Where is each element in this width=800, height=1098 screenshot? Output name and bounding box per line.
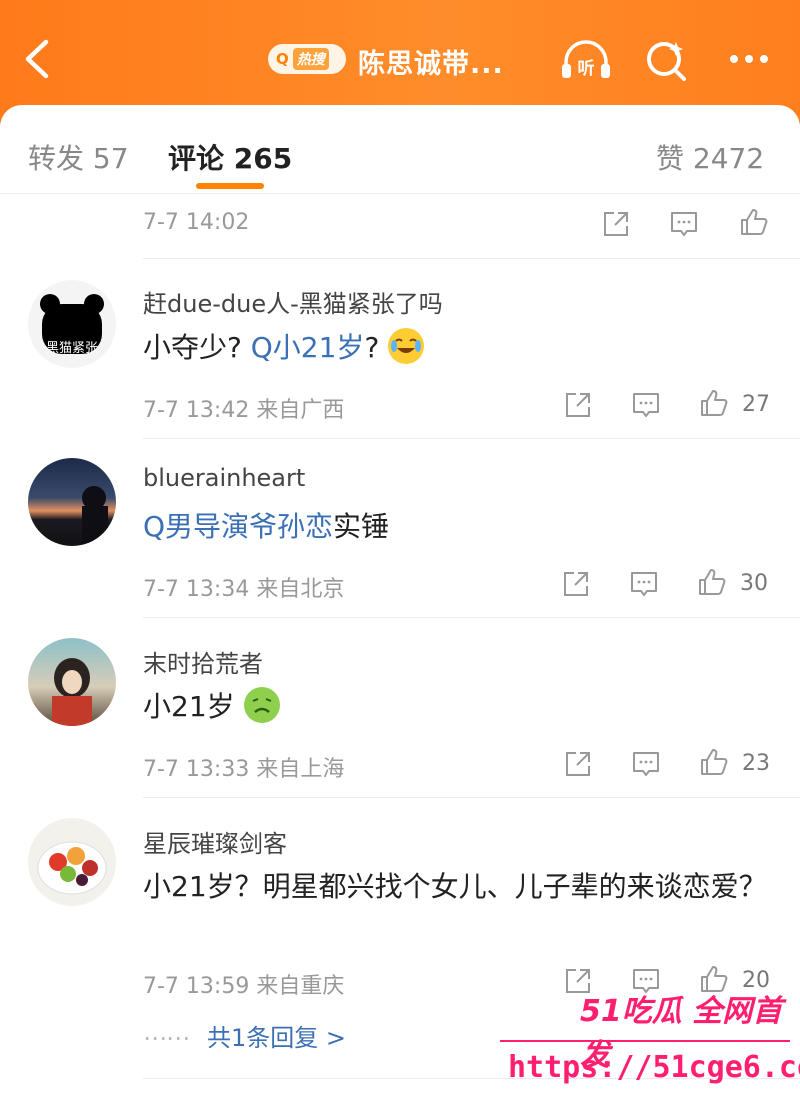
active-tab-indicator bbox=[196, 183, 264, 189]
sick-face-emoji bbox=[243, 687, 280, 723]
comment-meta: 7-7 13:34 来自北京 bbox=[143, 577, 345, 602]
divider bbox=[143, 258, 800, 259]
comment-meta: 7-7 13:33 来自上海 bbox=[143, 757, 345, 782]
comment-meta: 7-7 13:42 来自广西 bbox=[143, 398, 345, 423]
like-count: 27 bbox=[742, 392, 770, 417]
divider bbox=[143, 797, 800, 798]
avatar[interactable] bbox=[28, 818, 116, 906]
divider bbox=[143, 617, 800, 618]
like-count: 23 bbox=[742, 751, 770, 776]
like-count: 30 bbox=[740, 571, 768, 596]
page-title[interactable]: 陈思诚带... bbox=[358, 42, 504, 81]
listen-icon[interactable]: 听 bbox=[558, 36, 614, 84]
back-arrow-icon[interactable] bbox=[18, 36, 58, 82]
hot-search-badge[interactable]: Q 热搜 bbox=[268, 44, 346, 74]
topic-link[interactable]: Q小21岁 bbox=[251, 331, 365, 364]
comment-icon[interactable] bbox=[668, 208, 700, 240]
watermark-url: https://51cge6.com bbox=[508, 1050, 800, 1085]
share-icon[interactable] bbox=[600, 208, 632, 240]
svg-text:听: 听 bbox=[578, 58, 595, 79]
search-icon[interactable] bbox=[642, 36, 690, 84]
comment-username[interactable]: 末时拾荒者 bbox=[143, 644, 263, 679]
tab-comments[interactable]: 评论 265 bbox=[168, 137, 292, 177]
view-replies-link[interactable]: ⋯⋯ 共1条回复 > bbox=[143, 1018, 346, 1053]
avatar[interactable] bbox=[28, 458, 116, 546]
comment-meta: 7-7 13:59 来自重庆 bbox=[143, 974, 345, 999]
comment-meta: 7-7 14:02 bbox=[143, 210, 250, 235]
like-icon[interactable] bbox=[698, 746, 730, 778]
share-icon[interactable] bbox=[562, 748, 594, 780]
svg-text:黑猫紧张: 黑猫紧张 bbox=[46, 341, 98, 356]
comment-username[interactable]: 星辰璀璨剑客 bbox=[143, 824, 287, 859]
comment-text: 小21岁？明星都兴找个女儿、儿子辈的来谈恋爱？ bbox=[143, 870, 767, 903]
comment-icon[interactable] bbox=[630, 748, 662, 780]
comment-username[interactable]: 赶due-due人-黑猫紧张了吗 bbox=[143, 284, 443, 319]
share-icon[interactable] bbox=[560, 568, 592, 600]
divider bbox=[143, 438, 800, 439]
comment-username[interactable]: bluerainheart bbox=[143, 464, 305, 492]
tab-likes[interactable]: 赞 2472 bbox=[656, 137, 764, 177]
more-options-icon[interactable] bbox=[724, 44, 774, 74]
avatar[interactable] bbox=[28, 638, 116, 726]
comment-text: 小21岁 bbox=[143, 684, 773, 730]
hot-search-icon: Q bbox=[276, 50, 289, 68]
comment-icon[interactable] bbox=[630, 389, 662, 421]
watermark-underline bbox=[500, 1040, 790, 1042]
comment-text: Q男导演爷孙恋实锤 bbox=[143, 510, 390, 543]
laugh-cry-emoji bbox=[388, 328, 425, 364]
comments-panel: 转发 57 评论 265 赞 2472 bbox=[0, 105, 800, 1098]
topic-link[interactable]: Q男导演爷孙恋 bbox=[143, 510, 333, 543]
tab-reposts[interactable]: 转发 57 bbox=[28, 137, 129, 177]
hot-search-label: 热搜 bbox=[292, 48, 329, 70]
share-icon[interactable] bbox=[562, 389, 594, 421]
like-icon[interactable] bbox=[738, 206, 770, 238]
divider bbox=[0, 193, 800, 194]
like-icon[interactable] bbox=[698, 387, 730, 419]
comment-icon[interactable] bbox=[628, 568, 660, 600]
avatar[interactable]: 黑猫紧张 bbox=[28, 280, 116, 368]
comment-text: 小夺少? Q小21岁? bbox=[143, 325, 773, 371]
like-icon[interactable] bbox=[696, 566, 728, 598]
